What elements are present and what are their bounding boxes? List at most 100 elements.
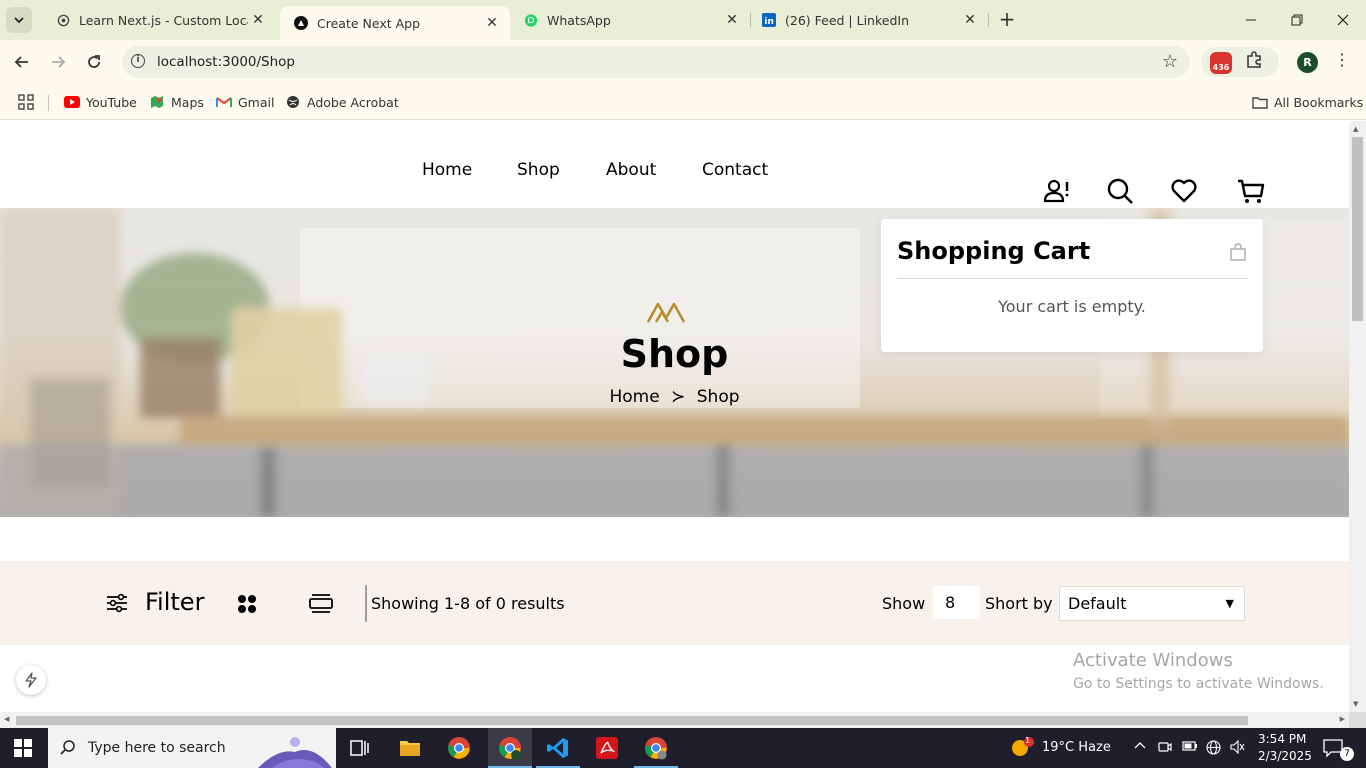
reload-icon [88,55,100,68]
windows-start-icon[interactable] [14,739,32,757]
filter-button[interactable]: Filter [145,588,204,616]
minimize-button[interactable] [1228,0,1274,40]
breadcrumb-home[interactable]: Home [609,387,659,407]
activate-windows-title: Activate Windows [1073,650,1233,671]
back-button[interactable] [10,50,34,74]
list-view-icon[interactable] [309,594,333,614]
show-count-input[interactable]: 8 [933,586,980,619]
results-count: Showing 1-8 of 0 results [371,594,565,613]
tab-title: WhatsApp [547,12,611,28]
globe-network-icon[interactable] [1206,740,1221,759]
page-viewport: Home Shop About Contact Shop Home ≻ Shop… [0,121,1349,712]
bookmark-label: YouTube [86,94,137,110]
sliders-icon[interactable] [106,593,128,613]
restore-button[interactable] [1274,0,1320,40]
notification-count: 7 [1340,747,1354,761]
folder-icon [1252,95,1268,109]
taskbar-search-input[interactable]: Type here to search [48,728,336,768]
battery-icon[interactable] [1182,740,1198,756]
extension-badge[interactable]: 436 [1210,52,1232,74]
vertical-scrollbar[interactable]: ▲ ▼ [1349,121,1366,712]
meet-now-icon[interactable] [1158,740,1172,758]
file-explorer-icon[interactable] [398,736,422,760]
nav-shop[interactable]: Shop [517,160,560,180]
tab-create-next-app[interactable]: Create Next App ✕ [280,6,510,40]
chrome-profile-icon[interactable] [498,736,522,760]
chrome-icon[interactable] [447,736,471,760]
minimize-icon [1246,19,1256,21]
user-alert-icon[interactable] [1042,177,1070,205]
chevron-down-icon [14,17,24,24]
cart-icon[interactable] [1237,177,1265,205]
bookmark-maps[interactable]: Maps [149,92,204,112]
bookmark-star-icon[interactable]: ☆ [1162,51,1178,72]
tab-search-button[interactable] [6,7,32,33]
chevron-up-icon[interactable] [1134,740,1146,756]
new-tab-button[interactable]: + [996,8,1018,30]
tab-linkedin[interactable]: in (26) Feed | LinkedIn ✕ [748,0,988,40]
maps-icon [149,95,165,109]
nav-contact[interactable]: Contact [702,160,768,180]
shopping-bag-icon[interactable] [1229,243,1247,261]
cart-title: Shopping Cart [897,237,1091,265]
bookmark-label: Maps [171,94,204,110]
lightning-icon[interactable] [16,665,46,695]
more-menu-icon[interactable]: ⋮ [1334,50,1350,69]
site-info-icon[interactable]: i [131,54,145,68]
youtube-icon [64,95,80,109]
puzzle-icon[interactable] [1245,51,1263,73]
nav-about[interactable]: About [606,160,656,180]
close-icon[interactable]: ✕ [248,12,268,28]
bookmark-gmail[interactable]: Gmail [216,92,274,112]
show-label: Show [882,594,926,613]
horizontal-scrollbar[interactable]: ◀ ▶ [0,712,1349,728]
search-icon [60,739,76,759]
linkedin-icon: in [762,13,776,27]
bookmark-label: Adobe Acrobat [307,94,399,110]
adobe-acrobat-icon[interactable] [595,736,619,760]
forward-button[interactable] [46,50,70,74]
gmail-icon [216,95,232,109]
weather-icon[interactable] [1010,736,1034,758]
nav-home[interactable]: Home [422,160,472,180]
close-icon[interactable]: ✕ [482,15,502,31]
sort-select[interactable]: Default ▼ [1059,586,1245,621]
close-icon[interactable]: ✕ [960,12,980,28]
windows-taskbar: Type here to search 1 19°C Haze 3:54 PM … [0,728,1366,768]
bookmark-label: Gmail [238,94,275,110]
nextjs-icon [294,16,308,30]
close-icon[interactable]: ✕ [722,12,742,28]
vscode-icon[interactable] [546,736,570,760]
activate-windows-subtitle: Go to Settings to activate Windows. [1073,676,1324,692]
omnibox[interactable]: i localhost:3000/Shop ☆ [122,46,1190,78]
avatar[interactable]: R [1297,52,1318,73]
bookmark-youtube[interactable]: YouTube [64,92,137,112]
all-bookmarks-button[interactable]: All Bookmarks [1252,92,1363,112]
tab-learn-nextjs[interactable]: Learn Next.js - Custom Localho ✕ [42,0,276,40]
reload-button[interactable] [82,50,106,74]
nextjs-icon [56,13,70,27]
tab-title: Learn Next.js - Custom Localho [79,12,248,28]
grid-view-icon[interactable] [237,594,257,614]
task-view-icon[interactable] [348,736,372,760]
heart-icon[interactable] [1170,177,1198,205]
tab-whatsapp[interactable]: WhatsApp ✕ [510,0,750,40]
bookmarks-bar: YouTube Maps Gmail Adobe Acrobat All Boo… [0,84,1366,120]
clock-date[interactable]: 2/3/2025 [1258,749,1312,763]
bookmark-adobe-acrobat[interactable]: Adobe Acrobat [285,92,399,112]
apps-grid-icon[interactable] [18,92,34,112]
url-text[interactable]: localhost:3000/Shop [157,54,295,70]
chevron-down-icon: ▼ [1225,597,1234,610]
tab-title: Create Next App [317,15,421,31]
restore-icon [1291,14,1303,26]
chrome-alt-icon[interactable] [644,736,668,760]
search-icon[interactable] [1106,177,1134,205]
extensions-group: 436 [1201,47,1279,77]
breadcrumb: Home ≻ Shop [0,387,1349,407]
arrow-right-icon [52,56,66,68]
volume-muted-icon[interactable] [1230,739,1245,758]
weather-text[interactable]: 19°C Haze [1042,740,1111,755]
address-bar-row: i localhost:3000/Shop ☆ 436 R ⋮ [0,40,1366,84]
close-window-button[interactable] [1320,0,1366,40]
clock-time[interactable]: 3:54 PM [1258,732,1306,746]
